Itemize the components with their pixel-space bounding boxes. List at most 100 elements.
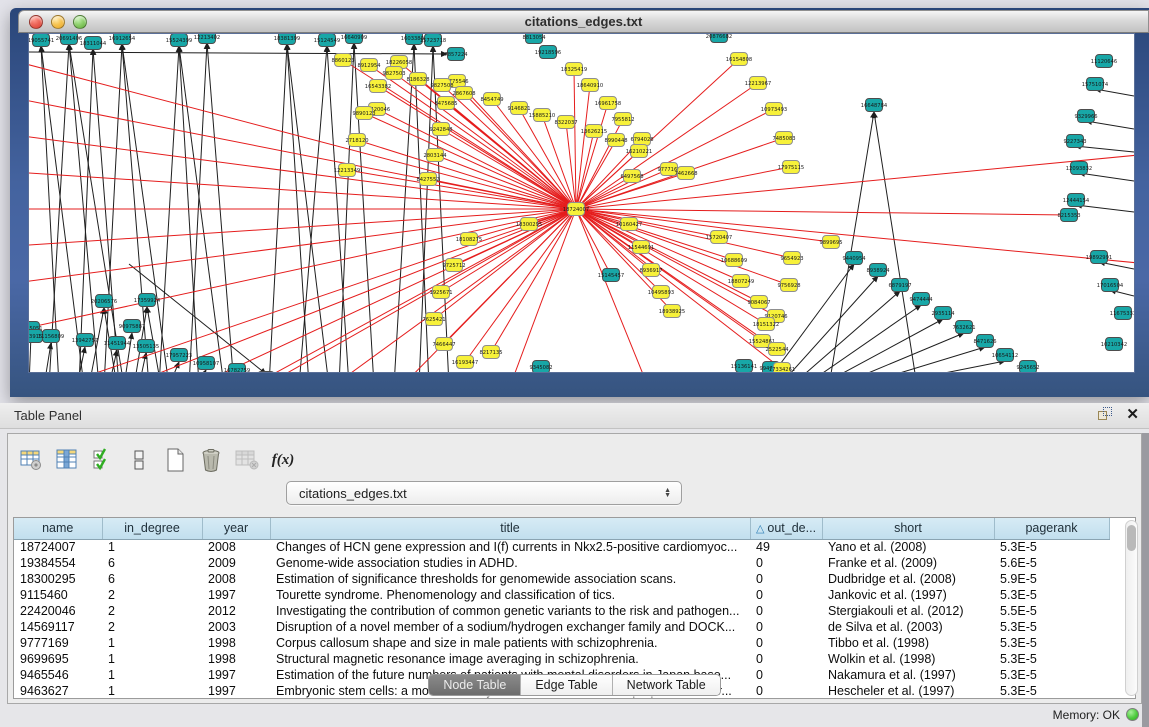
network-node[interactable]: 18311044 <box>80 37 107 50</box>
network-window-titlebar[interactable]: citations_edges.txt <box>18 10 1149 33</box>
network-node[interactable]: 7485083 <box>772 132 795 145</box>
network-node[interactable]: 8186328 <box>406 73 429 86</box>
table-settings-icon[interactable] <box>18 447 44 473</box>
network-node[interactable]: 8938924 <box>866 264 890 277</box>
network-node[interactable]: 9899695 <box>819 236 842 249</box>
network-node[interactable]: 18381399 <box>274 34 300 45</box>
network-node[interactable]: 10654112 <box>992 349 1018 362</box>
network-node[interactable]: 16210221 <box>626 145 652 158</box>
network-node[interactable]: 17957223 <box>166 349 192 362</box>
node-table[interactable]: namein_degreeyeartitle△out_de...shortpag… <box>13 517 1136 699</box>
network-node[interactable]: 15885210 <box>529 109 555 122</box>
network-node[interactable]: 12213402 <box>194 34 220 44</box>
column-header-out_de[interactable]: △out_de... <box>750 518 822 539</box>
network-node[interactable]: 9245652 <box>1016 361 1039 374</box>
tab-edge-table[interactable]: Edge Table <box>521 675 612 695</box>
network-node[interactable]: 8912954 <box>357 59 381 72</box>
network-canvas[interactable]: 1905574120691406183110441691265415524399… <box>28 33 1135 373</box>
network-node[interactable]: 7462668 <box>674 167 697 180</box>
network-node[interactable]: 8217135 <box>479 346 502 359</box>
table-row[interactable]: 969969511998Structural magnetic resonanc… <box>14 651 1109 667</box>
network-node[interactable]: 18325419 <box>561 63 587 76</box>
network-node[interactable]: 9345082 <box>529 361 552 374</box>
table-column-icon[interactable] <box>54 447 80 473</box>
network-node[interactable]: 10210342 <box>1101 338 1127 351</box>
network-node[interactable]: 20691406 <box>56 34 82 45</box>
network-node[interactable]: 16912654 <box>109 34 136 45</box>
network-node[interactable]: 7466447 <box>432 338 455 351</box>
tab-node-table[interactable]: Node Table <box>429 675 521 695</box>
network-node[interactable]: 8471626 <box>973 335 996 348</box>
network-node[interactable]: 12093832 <box>1066 162 1092 175</box>
network-node[interactable]: 19892991 <box>1086 251 1112 264</box>
table-scrollbar-thumb[interactable] <box>1127 525 1136 551</box>
tab-network-table[interactable]: Network Table <box>613 675 720 695</box>
network-node[interactable]: 8813054 <box>522 34 546 44</box>
network-node[interactable]: 8936917 <box>639 264 662 277</box>
select-rows-icon[interactable] <box>90 447 116 473</box>
network-node[interactable]: 8322037 <box>554 116 577 129</box>
network-node[interactable]: 90975887 <box>119 320 145 333</box>
network-node[interactable]: 15720407 <box>706 231 732 244</box>
network-node[interactable]: 8475685 <box>434 97 457 110</box>
network-node[interactable]: 6794028 <box>630 133 653 146</box>
network-node[interactable]: 9440954 <box>842 252 866 265</box>
network-node[interactable]: 9890123 <box>352 107 375 120</box>
network-node[interactable]: 9329966 <box>1074 110 1097 123</box>
network-node[interactable]: 16648784 <box>861 99 888 112</box>
close-panel-icon[interactable]: ✕ <box>1126 407 1139 423</box>
network-node[interactable]: 16640909 <box>341 34 367 44</box>
network-node[interactable]: 6879197 <box>888 279 911 292</box>
network-node[interactable]: 7857224 <box>444 48 468 61</box>
network-node[interactable]: 15145457 <box>598 269 624 282</box>
network-node[interactable]: 8427552 <box>416 173 439 186</box>
network-node[interactable]: 8990448 <box>604 134 627 147</box>
network-node[interactable]: 8454749 <box>480 93 503 106</box>
column-header-year[interactable]: year <box>202 518 270 539</box>
network-node[interactable]: 12213967 <box>745 77 771 90</box>
network-node[interactable]: 15136141 <box>731 360 757 373</box>
column-header-in_degree[interactable]: in_degree <box>102 518 202 539</box>
network-node[interactable]: 19218596 <box>535 46 561 59</box>
network-node[interactable]: 12923448 <box>253 372 279 374</box>
table-row[interactable]: 977716911998Corpus callosum shape and si… <box>14 635 1109 651</box>
network-node[interactable]: 8215353 <box>1057 209 1080 222</box>
network-node[interactable]: 9146821 <box>507 102 530 115</box>
network-node[interactable]: 16961758 <box>595 97 621 110</box>
network-node[interactable]: 9725712 <box>442 259 465 272</box>
column-header-title[interactable]: title <box>270 518 750 539</box>
network-node[interactable]: 7955812 <box>611 113 634 126</box>
network-node[interactable]: 9227343 <box>1063 135 1086 148</box>
network-node[interactable]: 6497568 <box>620 170 643 183</box>
network-node[interactable]: 16782759 <box>224 364 250 374</box>
table-row[interactable]: 1872400712008Changes of HCN gene express… <box>14 539 1109 555</box>
network-node[interactable]: 11451944 <box>104 337 131 350</box>
new-file-icon[interactable] <box>162 447 188 473</box>
network-node[interactable]: 9827508 <box>430 79 453 92</box>
function-icon[interactable]: f(x) <box>270 447 296 473</box>
column-header-pagerank[interactable]: pagerank <box>994 518 1109 539</box>
table-row[interactable]: 1830029562008Estimation of significance … <box>14 571 1109 587</box>
network-node[interactable]: 12444154 <box>1063 194 1090 207</box>
network-node[interactable]: 9654923 <box>780 252 803 265</box>
network-node[interactable]: 9084067 <box>747 296 770 309</box>
network-node[interactable]: 16154808 <box>726 53 752 66</box>
float-panel-icon[interactable] <box>1098 407 1114 423</box>
network-node[interactable]: 7632621 <box>952 321 975 334</box>
minimize-window-button[interactable] <box>51 15 65 29</box>
network-node[interactable]: 1925671 <box>429 286 452 299</box>
network-node[interactable]: 15751074 <box>1082 78 1109 91</box>
network-node[interactable]: 18938925 <box>659 305 685 318</box>
network-node[interactable]: 18640910 <box>577 79 603 92</box>
table-row[interactable]: 1938455462009Genome-wide association stu… <box>14 555 1109 571</box>
close-window-button[interactable] <box>29 15 43 29</box>
delete-trash-icon[interactable] <box>198 447 224 473</box>
network-node[interactable]: 9242848 <box>429 123 452 136</box>
network-node[interactable]: 10688609 <box>721 254 747 267</box>
network-node[interactable]: 9756928 <box>777 279 800 292</box>
column-header-name[interactable]: name <box>14 518 102 539</box>
network-node[interactable]: 20876682 <box>706 34 732 43</box>
split-view-icon[interactable] <box>126 447 152 473</box>
network-node[interactable]: 10495893 <box>648 286 674 299</box>
table-scrollbar[interactable] <box>1125 520 1138 696</box>
